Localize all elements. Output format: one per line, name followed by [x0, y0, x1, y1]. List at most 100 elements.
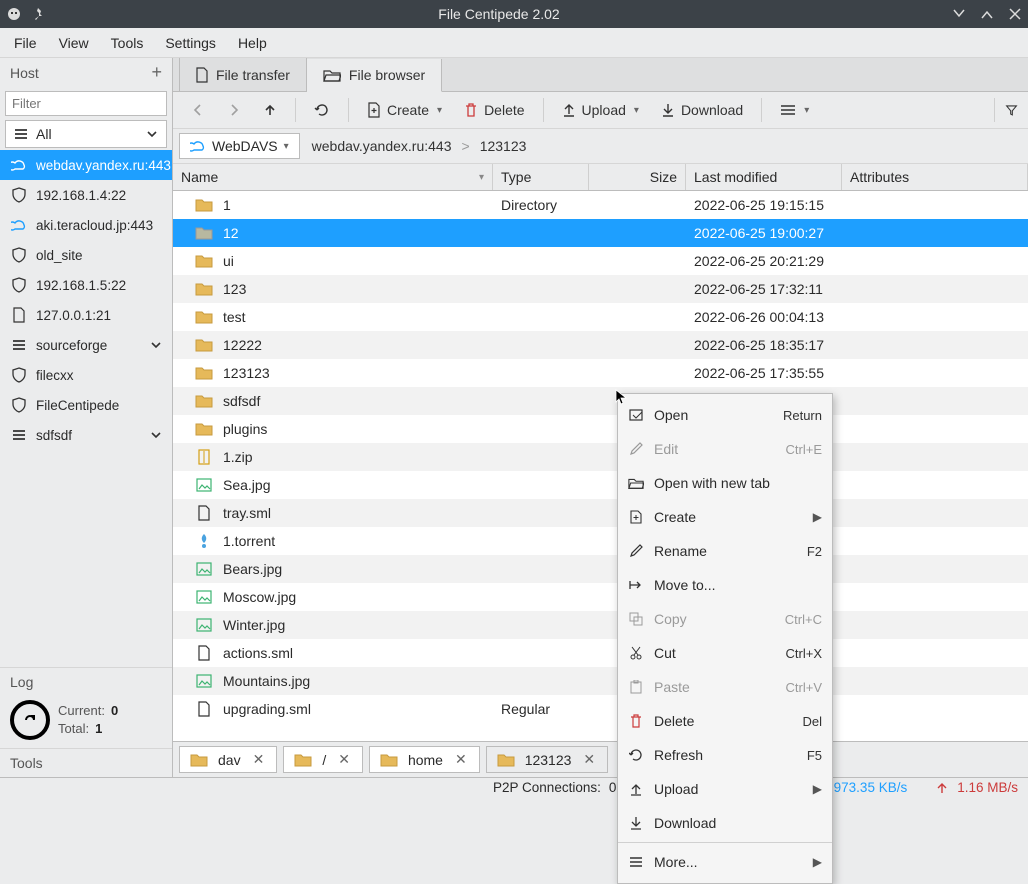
log-label[interactable]: Log: [0, 667, 172, 696]
table-row[interactable]: 1231232022-06-25 17:35:55: [173, 359, 1028, 387]
table-row[interactable]: upgrading.smlRegular235.00 B2022-06-25 2…: [173, 695, 1028, 723]
menu-help[interactable]: Help: [228, 31, 277, 55]
file-name: Moscow.jpg: [223, 589, 296, 605]
table-row[interactable]: Sea.jpgMB2022-06-25 17:29:09: [173, 471, 1028, 499]
ctx-shortcut: Ctrl+X: [786, 646, 822, 661]
view-options-button[interactable]: ▾: [772, 97, 817, 123]
breadcrumb[interactable]: webdav.yandex.ru:443>123123: [308, 138, 527, 154]
sidebar-item[interactable]: old_site: [0, 240, 172, 270]
ctx-open[interactable]: OpenReturn: [618, 398, 832, 432]
tools-label[interactable]: Tools: [0, 748, 172, 777]
breadcrumb-item[interactable]: 123123: [480, 138, 527, 154]
nav-forward-button[interactable]: [219, 97, 249, 123]
nav-up-button[interactable]: [255, 97, 285, 123]
ctx-edit: EditCtrl+E: [618, 432, 832, 466]
file-type: Regular: [493, 701, 589, 717]
table-row[interactable]: sdfsdf2022-06-25 18:34:59: [173, 387, 1028, 415]
all-hosts-row[interactable]: All: [5, 120, 167, 148]
download-button[interactable]: Download: [653, 96, 751, 124]
col-size[interactable]: Size: [589, 164, 686, 190]
ctx-create[interactable]: Create▶: [618, 500, 832, 534]
close-icon[interactable]: [1008, 7, 1022, 21]
doc-icon: [195, 505, 213, 521]
ctx-label: Edit: [654, 441, 776, 457]
sidebar-item[interactable]: 127.0.0.1:21: [0, 300, 172, 330]
add-host-button[interactable]: +: [151, 62, 162, 83]
ctx-label: Download: [654, 815, 822, 831]
cut-icon: [628, 646, 644, 660]
sidebar-item[interactable]: sdfsdf: [0, 420, 172, 450]
path-tab[interactable]: /✕: [283, 746, 363, 773]
shield-icon: [10, 397, 28, 413]
path-tab[interactable]: 123123✕: [486, 746, 608, 773]
sidebar-item[interactable]: 192.168.1.4:22: [0, 180, 172, 210]
table-row[interactable]: 1.torrent) B2022-06-26 01:06:11: [173, 527, 1028, 555]
filter-input[interactable]: [5, 91, 167, 116]
col-attributes[interactable]: Attributes: [842, 164, 1028, 190]
pin-icon[interactable]: [30, 6, 46, 22]
menu-file[interactable]: File: [4, 31, 47, 55]
table-row[interactable]: 122222022-06-25 18:35:17: [173, 331, 1028, 359]
table-row[interactable]: 1232022-06-25 17:32:11: [173, 275, 1028, 303]
minimize-icon[interactable]: [952, 7, 966, 21]
col-modified[interactable]: Last modified: [686, 164, 842, 190]
table-row[interactable]: actions.smlKB2022-06-25 20:44:18: [173, 639, 1028, 667]
sidebar-item[interactable]: 192.168.1.5:22: [0, 270, 172, 300]
file-name: 123123: [223, 365, 270, 381]
menu-view[interactable]: View: [49, 31, 99, 55]
close-tab-icon[interactable]: ✕: [336, 751, 352, 768]
sidebar-item[interactable]: sourceforge: [0, 330, 172, 360]
file-name: plugins: [223, 421, 267, 437]
folder-icon: [380, 753, 398, 767]
table-row[interactable]: Winter.jpgMB2022-06-25 17:29:10: [173, 611, 1028, 639]
tab-file-transfer[interactable]: File transfer: [179, 58, 307, 91]
delete-button[interactable]: Delete: [456, 96, 532, 124]
protocol-button[interactable]: WebDAVS ▾: [179, 133, 300, 159]
ctx-delete[interactable]: DeleteDel: [618, 704, 832, 738]
close-tab-icon[interactable]: ✕: [251, 751, 267, 768]
path-tab[interactable]: dav✕: [179, 746, 277, 773]
tab-file-browser[interactable]: File browser: [307, 59, 442, 92]
ctx-more-[interactable]: More...▶: [618, 845, 832, 879]
refresh-button[interactable]: [306, 96, 338, 124]
menu-tools[interactable]: Tools: [101, 31, 154, 55]
ctx-download[interactable]: Download: [618, 806, 832, 840]
table-row[interactable]: ui2022-06-25 20:21:29: [173, 247, 1028, 275]
list-icon: [14, 127, 28, 141]
host-label: FileCentipede: [36, 398, 119, 413]
col-type[interactable]: Type: [493, 164, 589, 190]
table-row[interactable]: Bears.jpgMB2022-06-25 17:29:09: [173, 555, 1028, 583]
table-row[interactable]: !1.zipKB2022-06-26 01:06:32: [173, 443, 1028, 471]
table-row[interactable]: 122022-06-25 19:00:27: [173, 219, 1028, 247]
maximize-icon[interactable]: [980, 7, 994, 21]
table-row[interactable]: plugins2022-06-25 19:37:42: [173, 415, 1028, 443]
chevron-right-icon: ▶: [813, 855, 822, 869]
ctx-refresh[interactable]: RefreshF5: [618, 738, 832, 772]
address-bar: WebDAVS ▾ webdav.yandex.ru:443>123123: [173, 129, 1028, 164]
table-row[interactable]: test2022-06-26 00:04:13: [173, 303, 1028, 331]
create-button[interactable]: Create▾: [359, 96, 450, 124]
path-tab[interactable]: home✕: [369, 746, 480, 773]
close-tab-icon[interactable]: ✕: [453, 751, 469, 768]
sidebar-item[interactable]: aki.teracloud.jp:443: [0, 210, 172, 240]
table-row[interactable]: 1Directory2022-06-25 19:15:15: [173, 191, 1028, 219]
sidebar-item[interactable]: webdav.yandex.ru:443: [0, 150, 172, 180]
ctx-cut[interactable]: CutCtrl+X: [618, 636, 832, 670]
ctx-move-to-[interactable]: Move to...: [618, 568, 832, 602]
col-name[interactable]: Name▾: [173, 164, 493, 190]
nav-back-button[interactable]: [183, 97, 213, 123]
sidebar-item[interactable]: filecxx: [0, 360, 172, 390]
ctx-rename[interactable]: RenameF2: [618, 534, 832, 568]
main-panel: File transferFile browser Create▾ Delete…: [173, 58, 1028, 777]
sidebar-item[interactable]: FileCentipede: [0, 390, 172, 420]
ctx-open-with-new-tab[interactable]: Open with new tab: [618, 466, 832, 500]
menu-settings[interactable]: Settings: [155, 31, 226, 55]
table-row[interactable]: Mountains.jpgMB2022-06-25 17:29:10: [173, 667, 1028, 695]
breadcrumb-item[interactable]: webdav.yandex.ru:443: [312, 138, 452, 154]
upload-button[interactable]: Upload▾: [554, 96, 647, 124]
close-tab-icon[interactable]: ✕: [581, 751, 597, 768]
list-icon: [10, 427, 28, 443]
table-row[interactable]: tray.sml) B2022-06-25 20:44:17: [173, 499, 1028, 527]
table-row[interactable]: Moscow.jpgMB2022-06-25 17:29:08: [173, 583, 1028, 611]
filter-icon[interactable]: [994, 98, 1018, 122]
